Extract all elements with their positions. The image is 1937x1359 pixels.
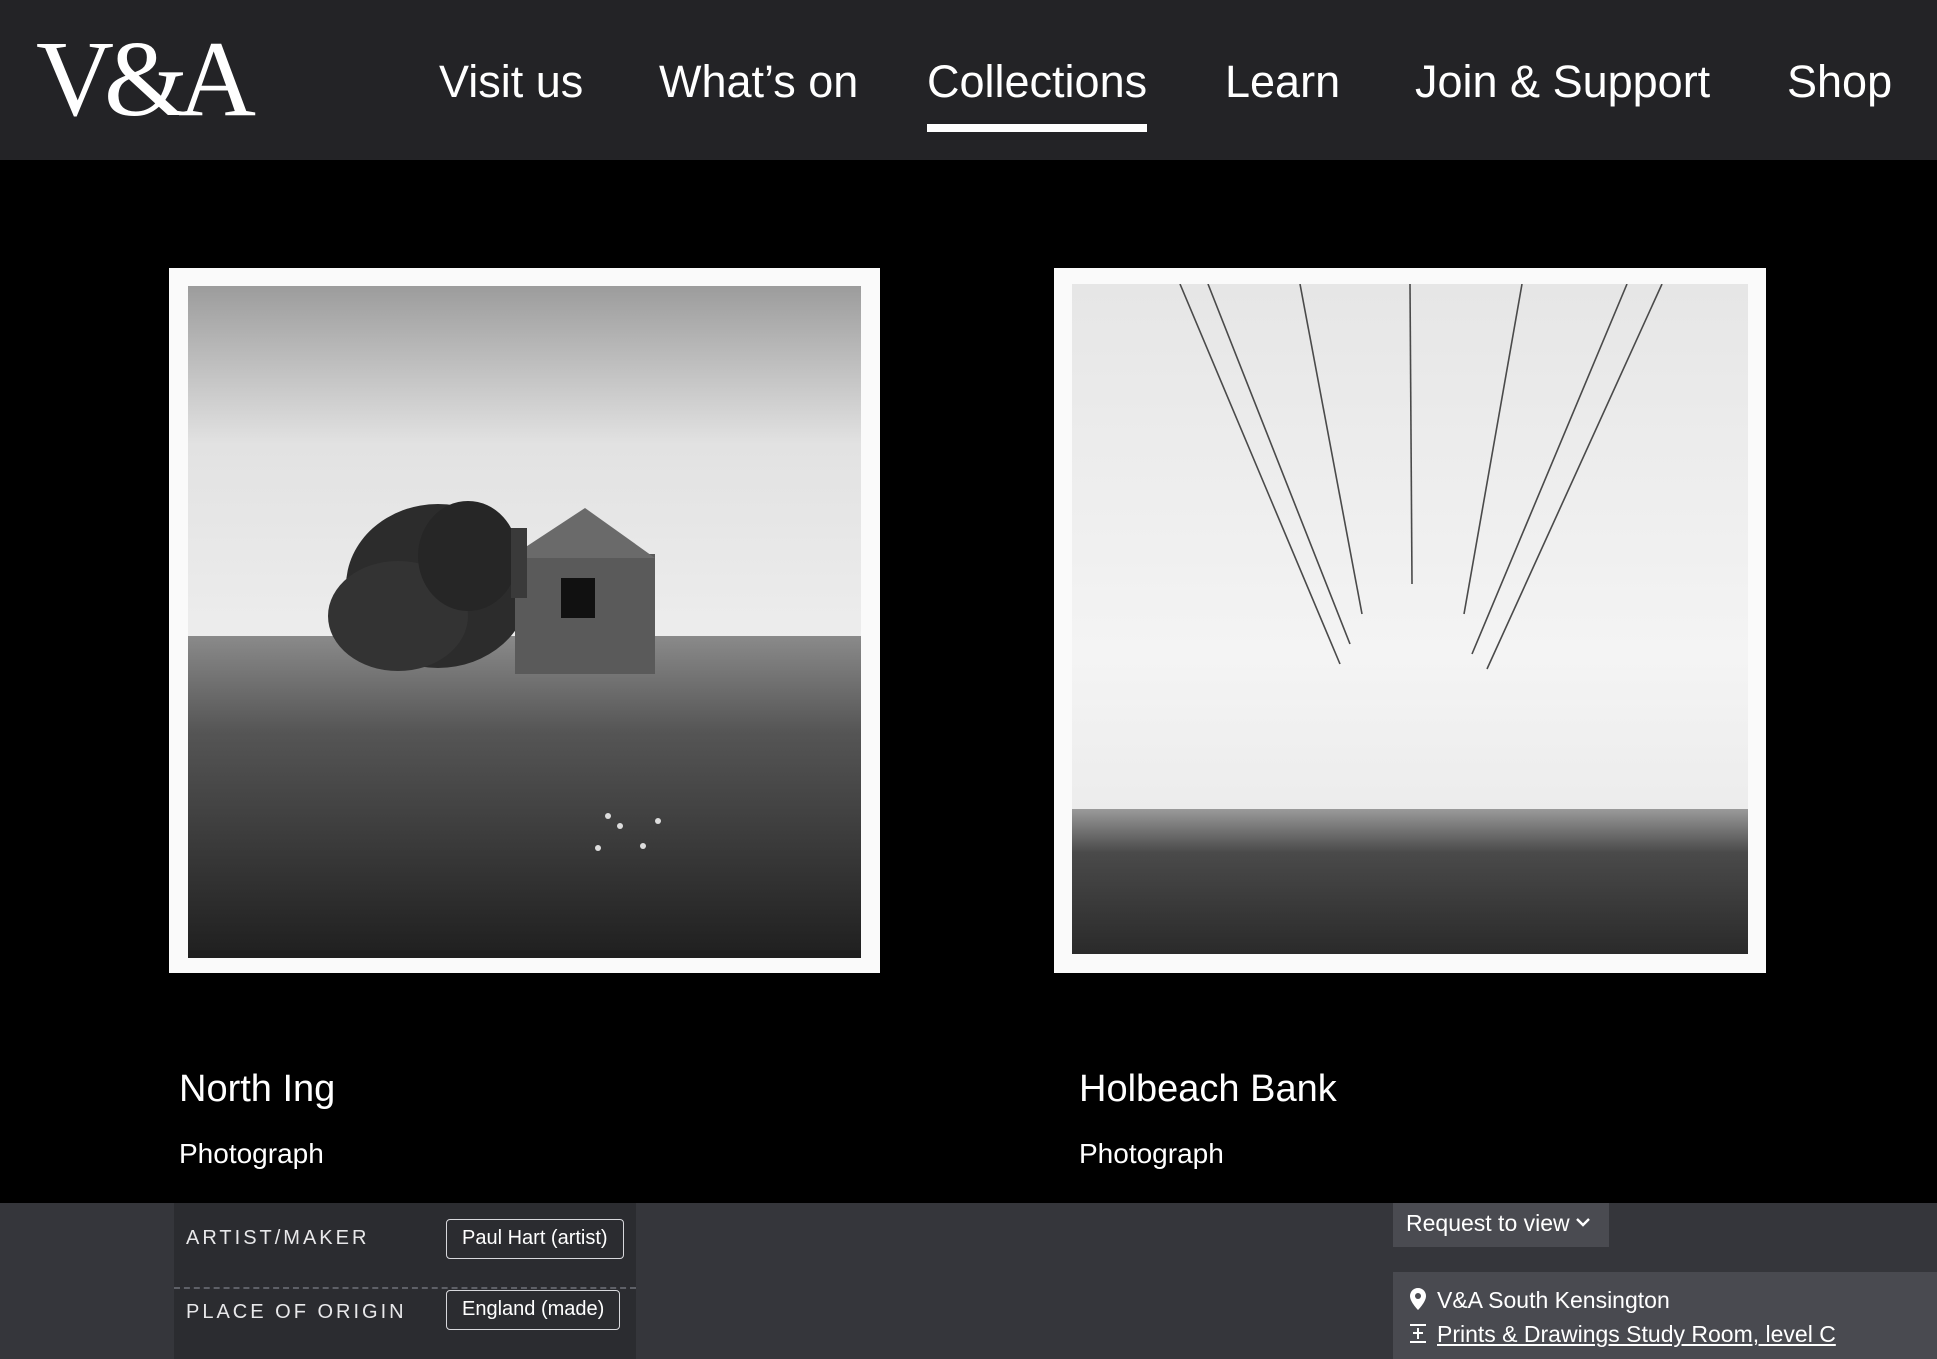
nav-whats-on[interactable]: What’s on [659,52,858,112]
nav-shop[interactable]: Shop [1787,52,1892,112]
nav-collections[interactable]: Collections [927,52,1147,112]
photo-holbeach-bank [1072,284,1748,954]
card-title-north-ing[interactable]: North Ing [179,1064,335,1114]
card-type-holbeach-bank: Photograph [1079,1138,1224,1169]
nav-join-support[interactable]: Join & Support [1415,52,1710,112]
request-to-view-label: Request to view [1406,1210,1570,1236]
card-image-holbeach-bank[interactable] [1054,268,1766,973]
holbeach-bank-photo-graphic [1072,284,1748,954]
nav-learn[interactable]: Learn [1225,52,1340,112]
nav-visit-us[interactable]: Visit us [439,52,583,112]
nav-active-underline [927,124,1147,132]
detail-label-origin: PLACE OF ORIGIN [186,1301,407,1323]
chevron-down-icon [1576,1218,1590,1227]
request-to-view-button[interactable]: Request to view [1393,1203,1609,1247]
location-room-link[interactable]: Prints & Drawings Study Room, level C [1437,1319,1836,1349]
detail-label-artist: ARTIST/MAKER [186,1227,370,1249]
photo-north-ing [188,286,861,958]
detail-row-artist: ARTIST/MAKER Paul Hart (artist) [174,1203,636,1289]
location-box: V&A South Kensington Prints & Drawings S… [1393,1272,1937,1359]
va-logo[interactable]: V&A [36,26,256,134]
card-title-holbeach-bank[interactable]: Holbeach Bank [1079,1064,1337,1114]
stairs-level-icon [1410,1324,1426,1343]
artist-chip[interactable]: Paul Hart (artist) [446,1219,624,1259]
object-details-panel: ARTIST/MAKER Paul Hart (artist) PLACE OF… [174,1203,636,1359]
location-venue: V&A South Kensington [1437,1287,1670,1313]
map-pin-icon [1410,1288,1426,1310]
site-header: V&A Visit us What’s on Collections Learn… [0,0,1937,160]
origin-chip[interactable]: England (made) [446,1290,621,1330]
card-type-north-ing: Photograph [179,1138,324,1169]
detail-row-origin: PLACE OF ORIGIN England (made) [174,1289,636,1359]
card-image-north-ing[interactable] [169,268,880,973]
north-ing-photo-graphic [188,286,861,958]
